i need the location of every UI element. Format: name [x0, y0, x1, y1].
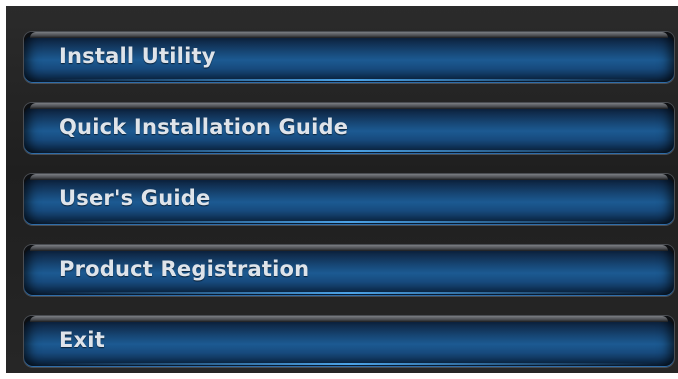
install-utility-button[interactable]: Install Utility	[24, 32, 674, 83]
exit-button[interactable]: Exit	[24, 316, 674, 367]
product-registration-button[interactable]: Product Registration	[24, 245, 674, 296]
product-registration-label: Product Registration	[59, 257, 310, 281]
exit-label: Exit	[59, 328, 105, 352]
install-utility-label: Install Utility	[59, 44, 216, 68]
launcher-panel: Install Utility Quick Installation Guide…	[6, 6, 678, 373]
users-guide-label: User's Guide	[59, 186, 211, 210]
users-guide-button[interactable]: User's Guide	[24, 174, 674, 225]
quick-installation-guide-label: Quick Installation Guide	[59, 115, 349, 139]
quick-installation-guide-button[interactable]: Quick Installation Guide	[24, 103, 674, 154]
